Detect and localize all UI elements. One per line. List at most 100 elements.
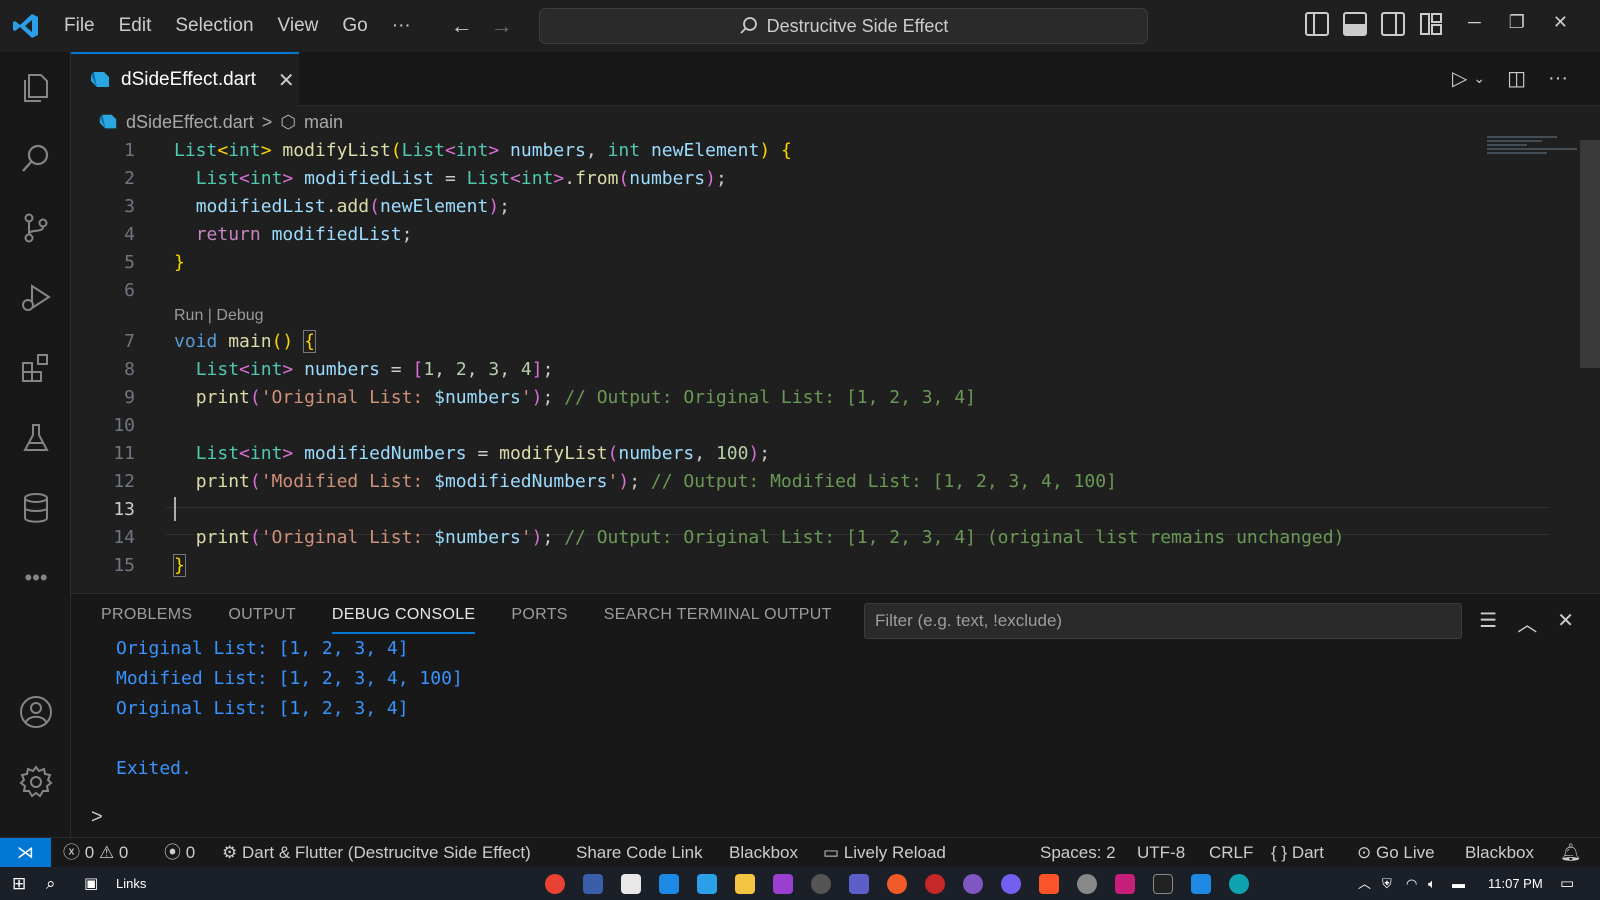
battery-icon[interactable]: ▬ bbox=[1452, 867, 1465, 900]
panel-tabs: PROBLEMS OUTPUT DEBUG CONSOLE PORTS SEAR… bbox=[101, 606, 832, 634]
windows-start-icon[interactable]: ⊞ bbox=[12, 867, 26, 900]
toggle-secondary-sidebar-icon[interactable] bbox=[1381, 12, 1405, 36]
blackbox-status-right[interactable]: Blackbox bbox=[1465, 838, 1534, 868]
close-panel-icon[interactable]: ✕ bbox=[1557, 608, 1574, 637]
more-actions-icon[interactable]: ··· bbox=[1548, 67, 1568, 90]
menu-edit[interactable]: Edit bbox=[107, 15, 164, 37]
taskbar-links[interactable]: Links bbox=[116, 867, 146, 900]
title-bar: File Edit Selection View Go ··· ← → Dest… bbox=[0, 0, 1600, 52]
encoding-status[interactable]: UTF-8 bbox=[1137, 838, 1185, 868]
menu-selection[interactable]: Selection bbox=[163, 15, 265, 37]
app-icon[interactable] bbox=[887, 874, 907, 894]
tab-close-icon[interactable]: ✕ bbox=[278, 68, 295, 93]
database-icon[interactable] bbox=[16, 488, 56, 528]
settings-gear-icon[interactable] bbox=[16, 762, 56, 802]
breadcrumb-symbol[interactable]: main bbox=[304, 112, 343, 133]
tab-dsideeffect-dart[interactable]: dSideEffect.dart ✕ bbox=[71, 52, 299, 106]
viber-icon[interactable] bbox=[1001, 874, 1021, 894]
restore-icon[interactable]: ❐ bbox=[1509, 12, 1525, 33]
tab-debug-console[interactable]: DEBUG CONSOLE bbox=[331, 606, 476, 634]
app-icon[interactable] bbox=[811, 874, 831, 894]
volume-icon[interactable]: 🔈︎ bbox=[1428, 867, 1436, 900]
search-sidebar-icon[interactable] bbox=[16, 138, 56, 178]
tab-output[interactable]: OUTPUT bbox=[228, 606, 296, 634]
line-number-active: 13 bbox=[113, 498, 135, 520]
close-window-icon[interactable]: ✕ bbox=[1553, 12, 1568, 33]
clock-time[interactable]: 11:07 PM bbox=[1488, 867, 1543, 900]
mail-icon[interactable] bbox=[659, 874, 679, 894]
run-dropdown-chevron-icon[interactable]: ⌄ bbox=[1473, 70, 1485, 87]
toggle-panel-icon[interactable] bbox=[1343, 12, 1367, 36]
menu-file[interactable]: File bbox=[52, 15, 107, 37]
eol-status[interactable]: CRLF bbox=[1209, 838, 1253, 868]
notification-center-icon[interactable]: ▭ bbox=[1560, 867, 1574, 900]
tray-chevron-icon[interactable]: ︿ bbox=[1358, 867, 1371, 900]
store-icon[interactable] bbox=[621, 874, 641, 894]
edge-icon[interactable] bbox=[1229, 874, 1249, 894]
minimap[interactable] bbox=[1487, 136, 1587, 166]
tab-search-terminal-output[interactable]: SEARCH TERMINAL OUTPUT bbox=[604, 606, 832, 634]
problems-status[interactable]: ⓧ 0 ⚠ 0 bbox=[63, 838, 128, 868]
line-number: 12 bbox=[113, 470, 135, 492]
layout-controls bbox=[1305, 12, 1443, 36]
accounts-icon[interactable] bbox=[16, 692, 56, 732]
codelens-run-debug[interactable]: Run | Debug bbox=[174, 307, 264, 325]
notifications-bell-icon[interactable]: 🔔︎ bbox=[1560, 838, 1582, 868]
language-status[interactable]: { } Dart bbox=[1271, 838, 1324, 868]
share-code-link[interactable]: Share Code Link bbox=[576, 838, 703, 868]
terminal-icon[interactable] bbox=[1153, 874, 1173, 894]
back-arrow-icon[interactable]: ← bbox=[451, 13, 473, 39]
maximize-panel-chevron-icon[interactable]: ︿ bbox=[1517, 608, 1537, 637]
indentation-status[interactable]: Spaces: 2 bbox=[1040, 838, 1116, 868]
tray-shield-icon[interactable]: ⛨ bbox=[1382, 867, 1392, 900]
source-control-icon[interactable] bbox=[16, 208, 56, 248]
more-views-icon[interactable]: ••• bbox=[16, 558, 56, 598]
app-icon[interactable] bbox=[583, 874, 603, 894]
menu-more[interactable]: ··· bbox=[380, 15, 423, 37]
blackbox-status-left[interactable]: Blackbox bbox=[729, 838, 798, 868]
split-editor-icon[interactable]: ◫ bbox=[1507, 66, 1526, 91]
code-text: return modifiedList; bbox=[195, 223, 413, 245]
file-explorer-icon[interactable] bbox=[735, 874, 755, 894]
minimize-icon[interactable]: ─ bbox=[1468, 12, 1481, 33]
clear-console-icon[interactable]: ☰ bbox=[1479, 608, 1497, 637]
command-center-search[interactable]: Destrucitve Side Effect bbox=[539, 8, 1148, 44]
code-text: print('Original List: $numbers'); // Out… bbox=[195, 526, 1345, 548]
go-live-status[interactable]: ⊙ Go Live bbox=[1357, 838, 1435, 868]
menu-go[interactable]: Go bbox=[330, 15, 379, 37]
run-file-icon[interactable]: ▷ bbox=[1452, 66, 1467, 91]
taskbar-search-icon[interactable]: ⌕ bbox=[46, 867, 56, 900]
remote-indicator-icon[interactable]: ⋊ bbox=[0, 838, 51, 868]
menu-view[interactable]: View bbox=[266, 15, 331, 37]
explorer-icon[interactable] bbox=[16, 68, 56, 108]
testing-flask-icon[interactable] bbox=[16, 418, 56, 458]
extensions-icon[interactable] bbox=[16, 348, 56, 388]
brave-icon[interactable] bbox=[1039, 874, 1059, 894]
customize-layout-icon[interactable] bbox=[1419, 12, 1443, 36]
chrome-icon[interactable] bbox=[545, 874, 565, 894]
forward-arrow-icon[interactable]: → bbox=[491, 13, 513, 39]
app-icon[interactable] bbox=[925, 874, 945, 894]
debug-target-status[interactable]: ⚙ Dart & Flutter (Destrucitve Side Effec… bbox=[222, 838, 531, 868]
task-view-icon[interactable]: ▣ bbox=[84, 867, 98, 900]
ide-icon[interactable] bbox=[773, 874, 793, 894]
editor-scrollbar[interactable] bbox=[1580, 140, 1600, 368]
wifi-icon[interactable]: ◠ bbox=[1406, 867, 1417, 900]
filter-input[interactable]: Filter (e.g. text, !exclude) bbox=[864, 603, 1462, 639]
app-icon[interactable] bbox=[1191, 874, 1211, 894]
toggle-primary-sidebar-icon[interactable] bbox=[1305, 12, 1329, 36]
code-line: 6 bbox=[71, 276, 1481, 304]
teams-icon[interactable] bbox=[849, 874, 869, 894]
vscode-taskbar-icon[interactable] bbox=[697, 874, 717, 894]
app-icon[interactable] bbox=[1115, 874, 1135, 894]
tab-problems[interactable]: PROBLEMS bbox=[101, 606, 192, 634]
app-icon[interactable] bbox=[1077, 874, 1097, 894]
ports-status[interactable]: ⦿ 0 bbox=[164, 838, 195, 868]
tab-ports[interactable]: PORTS bbox=[511, 606, 567, 634]
app-icon[interactable] bbox=[963, 874, 983, 894]
code-editor[interactable]: 1 List<int> modifyList(List<int> numbers,… bbox=[71, 136, 1600, 592]
lively-reload-status[interactable]: ▭ Lively Reload bbox=[823, 838, 946, 868]
breadcrumb-file[interactable]: dSideEffect.dart bbox=[126, 112, 254, 133]
run-debug-icon[interactable] bbox=[16, 278, 56, 318]
console-prompt-chevron[interactable]: > bbox=[91, 806, 103, 829]
